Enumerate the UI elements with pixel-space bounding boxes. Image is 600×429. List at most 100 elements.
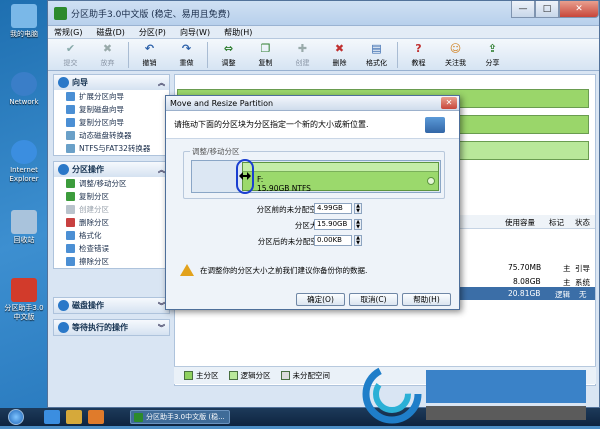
sidebar-item-label: 调整/移动分区 [79,179,127,188]
share-button[interactable]: ⇪ 分享 [474,39,511,70]
create-button[interactable]: ✚ 创建 [284,39,321,70]
converter-icon [66,144,75,153]
sidebar-item-extend-wizard[interactable]: 扩展分区向导 [54,90,169,103]
sidebar-item-label: 格式化 [79,231,102,240]
unallocated-after-input[interactable]: 0.00KB [314,235,352,246]
sidebar-item-label: 检查错误 [79,244,109,253]
sidebar-item-copy-partition-wizard[interactable]: 复制分区向导 [54,116,169,129]
menu-partition[interactable]: 分区(P) [139,27,166,38]
taskbar-item-partition-assistant[interactable]: 分区助手3.0中文版 (稳... [130,410,230,424]
collapse-chevron-icon[interactable]: ︽ [158,78,165,88]
column-header-used[interactable]: 使用容量 [505,217,535,228]
pending-ops-section-header[interactable]: 等待执行的操作 ︾ [54,320,169,335]
expand-chevron-icon[interactable]: ︾ [158,301,165,311]
sidebar-item-dynamic-disk-converter[interactable]: 动态磁盘转换器 [54,129,169,142]
partition-track: F: 15.90GB NTFS [191,159,441,194]
apply-button[interactable]: ✔ 提交 [52,39,89,70]
primary-partition-swatch [184,371,193,380]
cell-status: 无 [579,290,587,299]
format-button[interactable]: ▤ 格式化 [358,39,395,70]
sidebar-item-format[interactable]: 格式化 [54,229,169,242]
desktop-icon-ie[interactable]: Internet Explorer [2,140,46,184]
unallocated-before-input[interactable]: 4.99GB [314,203,352,214]
column-header-flag[interactable]: 标记 [549,217,564,228]
desktop-icon-recycle-bin[interactable]: 回收站 [2,210,46,245]
sidebar-item-wipe-partition[interactable]: 擦除分区 [54,255,169,268]
sidebar-item-create-partition[interactable]: 创建分区 [54,203,169,216]
menu-wizard[interactable]: 向导(W) [180,27,210,38]
minimize-button[interactable]: — [511,1,535,18]
sidebar-item-ntfs-fat32-converter[interactable]: NTFS与FAT32转换器 [54,142,169,155]
close-button[interactable]: ✕ [559,1,599,18]
format-icon [66,231,75,240]
partition-block-top [243,163,438,172]
delete-button[interactable]: ✖ 删除 [321,39,358,70]
partition-ops-section-header[interactable]: 分区操作 ︽ [54,162,169,177]
right-resize-handle[interactable] [427,177,435,185]
copy-button[interactable]: ❐ 复制 [247,39,284,70]
media-player-taskbar-icon[interactable] [88,410,104,424]
redo-button[interactable]: ↷ 重做 [168,39,205,70]
unallocated-swatch [280,371,290,380]
menu-general[interactable]: 常规(G) [54,27,82,38]
column-header-status[interactable]: 状态 [575,217,590,228]
partition-block-text: F: 15.90GB NTFS [257,175,311,193]
ie-taskbar-icon[interactable] [44,410,60,424]
sidebar-item-check-errors[interactable]: 检查错误 [54,242,169,255]
pending-ops-icon [58,322,69,333]
sidebar-item-delete-partition[interactable]: 删除分区 [54,216,169,229]
tutorial-button[interactable]: ? 教程 [400,39,437,70]
sidebar-item-resize-move[interactable]: 调整/移动分区 [54,177,169,190]
follow-button[interactable]: ☺ 关注我 [437,39,474,70]
expand-chevron-icon[interactable]: ︾ [158,323,165,333]
sidebar-item-label: 复制磁盘向导 [79,105,124,114]
dialog-title-bar[interactable]: Move and Resize Partition ✕ [166,96,459,111]
desktop-icon-partition-assistant[interactable]: 分区助手3.0中文版 [2,278,46,322]
toolbar-label: 删除 [332,59,347,67]
app-icon [54,6,67,20]
sidebar-item-copy-partition[interactable]: 复制分区 [54,190,169,203]
dialog-close-button[interactable]: ✕ [441,97,457,109]
sidebar-item-label: NTFS与FAT32转换器 [79,144,151,153]
format-icon: ▤ [371,42,382,55]
collapse-chevron-icon[interactable]: ︽ [158,165,165,175]
section-title: 向导 [72,78,88,87]
cell-status: 引导 [575,264,590,273]
resize-arrows-icon [239,172,251,180]
menu-help[interactable]: 帮助(H) [224,27,252,38]
wizard-section-header[interactable]: 向导 ︽ [54,75,169,90]
partition-size-input[interactable]: 15.90GB [314,219,352,230]
ok-button[interactable]: 确定(O) [296,293,345,306]
disk-ops-section-header[interactable]: 磁盘操作 ︾ [54,298,169,313]
resize-group: 调整/移动分区 F: 15.90GB NTFS [183,146,445,199]
cancel-button[interactable]: 取消(C) [349,293,398,306]
undo-button[interactable]: ↶ 撤销 [131,39,168,70]
desktop-icon-computer[interactable]: 我的电脑 [2,4,46,39]
unallocated-before-spinner[interactable]: ▲ ▼ [354,203,362,214]
toolbar-label: 调整 [221,59,236,67]
disk-resize-icon [425,116,445,133]
pending-ops-section: 等待执行的操作 ︾ [53,319,170,336]
menu-disk[interactable]: 磁盘(D) [96,27,124,38]
help-button[interactable]: 帮助(H) [402,293,451,306]
delete-icon [66,218,75,227]
partition-block[interactable]: F: 15.90GB NTFS [242,162,439,193]
sidebar-item-copy-disk-wizard[interactable]: 复制磁盘向导 [54,103,169,116]
title-bar[interactable]: 分区助手3.0中文版 (稳定、易用且免费) — □ ✕ [48,1,599,26]
discard-button[interactable]: ✖ 放弃 [89,39,126,70]
partition-ops-section: 分区操作 ︽ 调整/移动分区 复制分区 创建分区 删除分区 格式化 检查错误 擦除… [53,161,170,269]
partition-size-spinner[interactable]: ▲ ▼ [354,219,362,230]
start-button[interactable] [8,409,24,425]
explorer-taskbar-icon[interactable] [66,410,82,424]
toolbar-label: 撤销 [142,59,157,67]
watermark-banner-lower [426,406,586,420]
desktop-icon-network[interactable]: Network [2,72,46,107]
partition-assistant-icon [134,413,143,422]
unallocated-after-spinner[interactable]: ▲ ▼ [354,235,362,246]
follow-icon: ☺ [449,42,462,55]
wizard-icon [58,77,69,88]
move-resize-dialog: Move and Resize Partition ✕ 请拖动下面的分区块为分区… [165,95,460,310]
resize-button[interactable]: ⇔ 调整 [210,39,247,70]
left-resize-handle[interactable] [236,159,254,194]
maximize-button[interactable]: □ [535,1,559,18]
